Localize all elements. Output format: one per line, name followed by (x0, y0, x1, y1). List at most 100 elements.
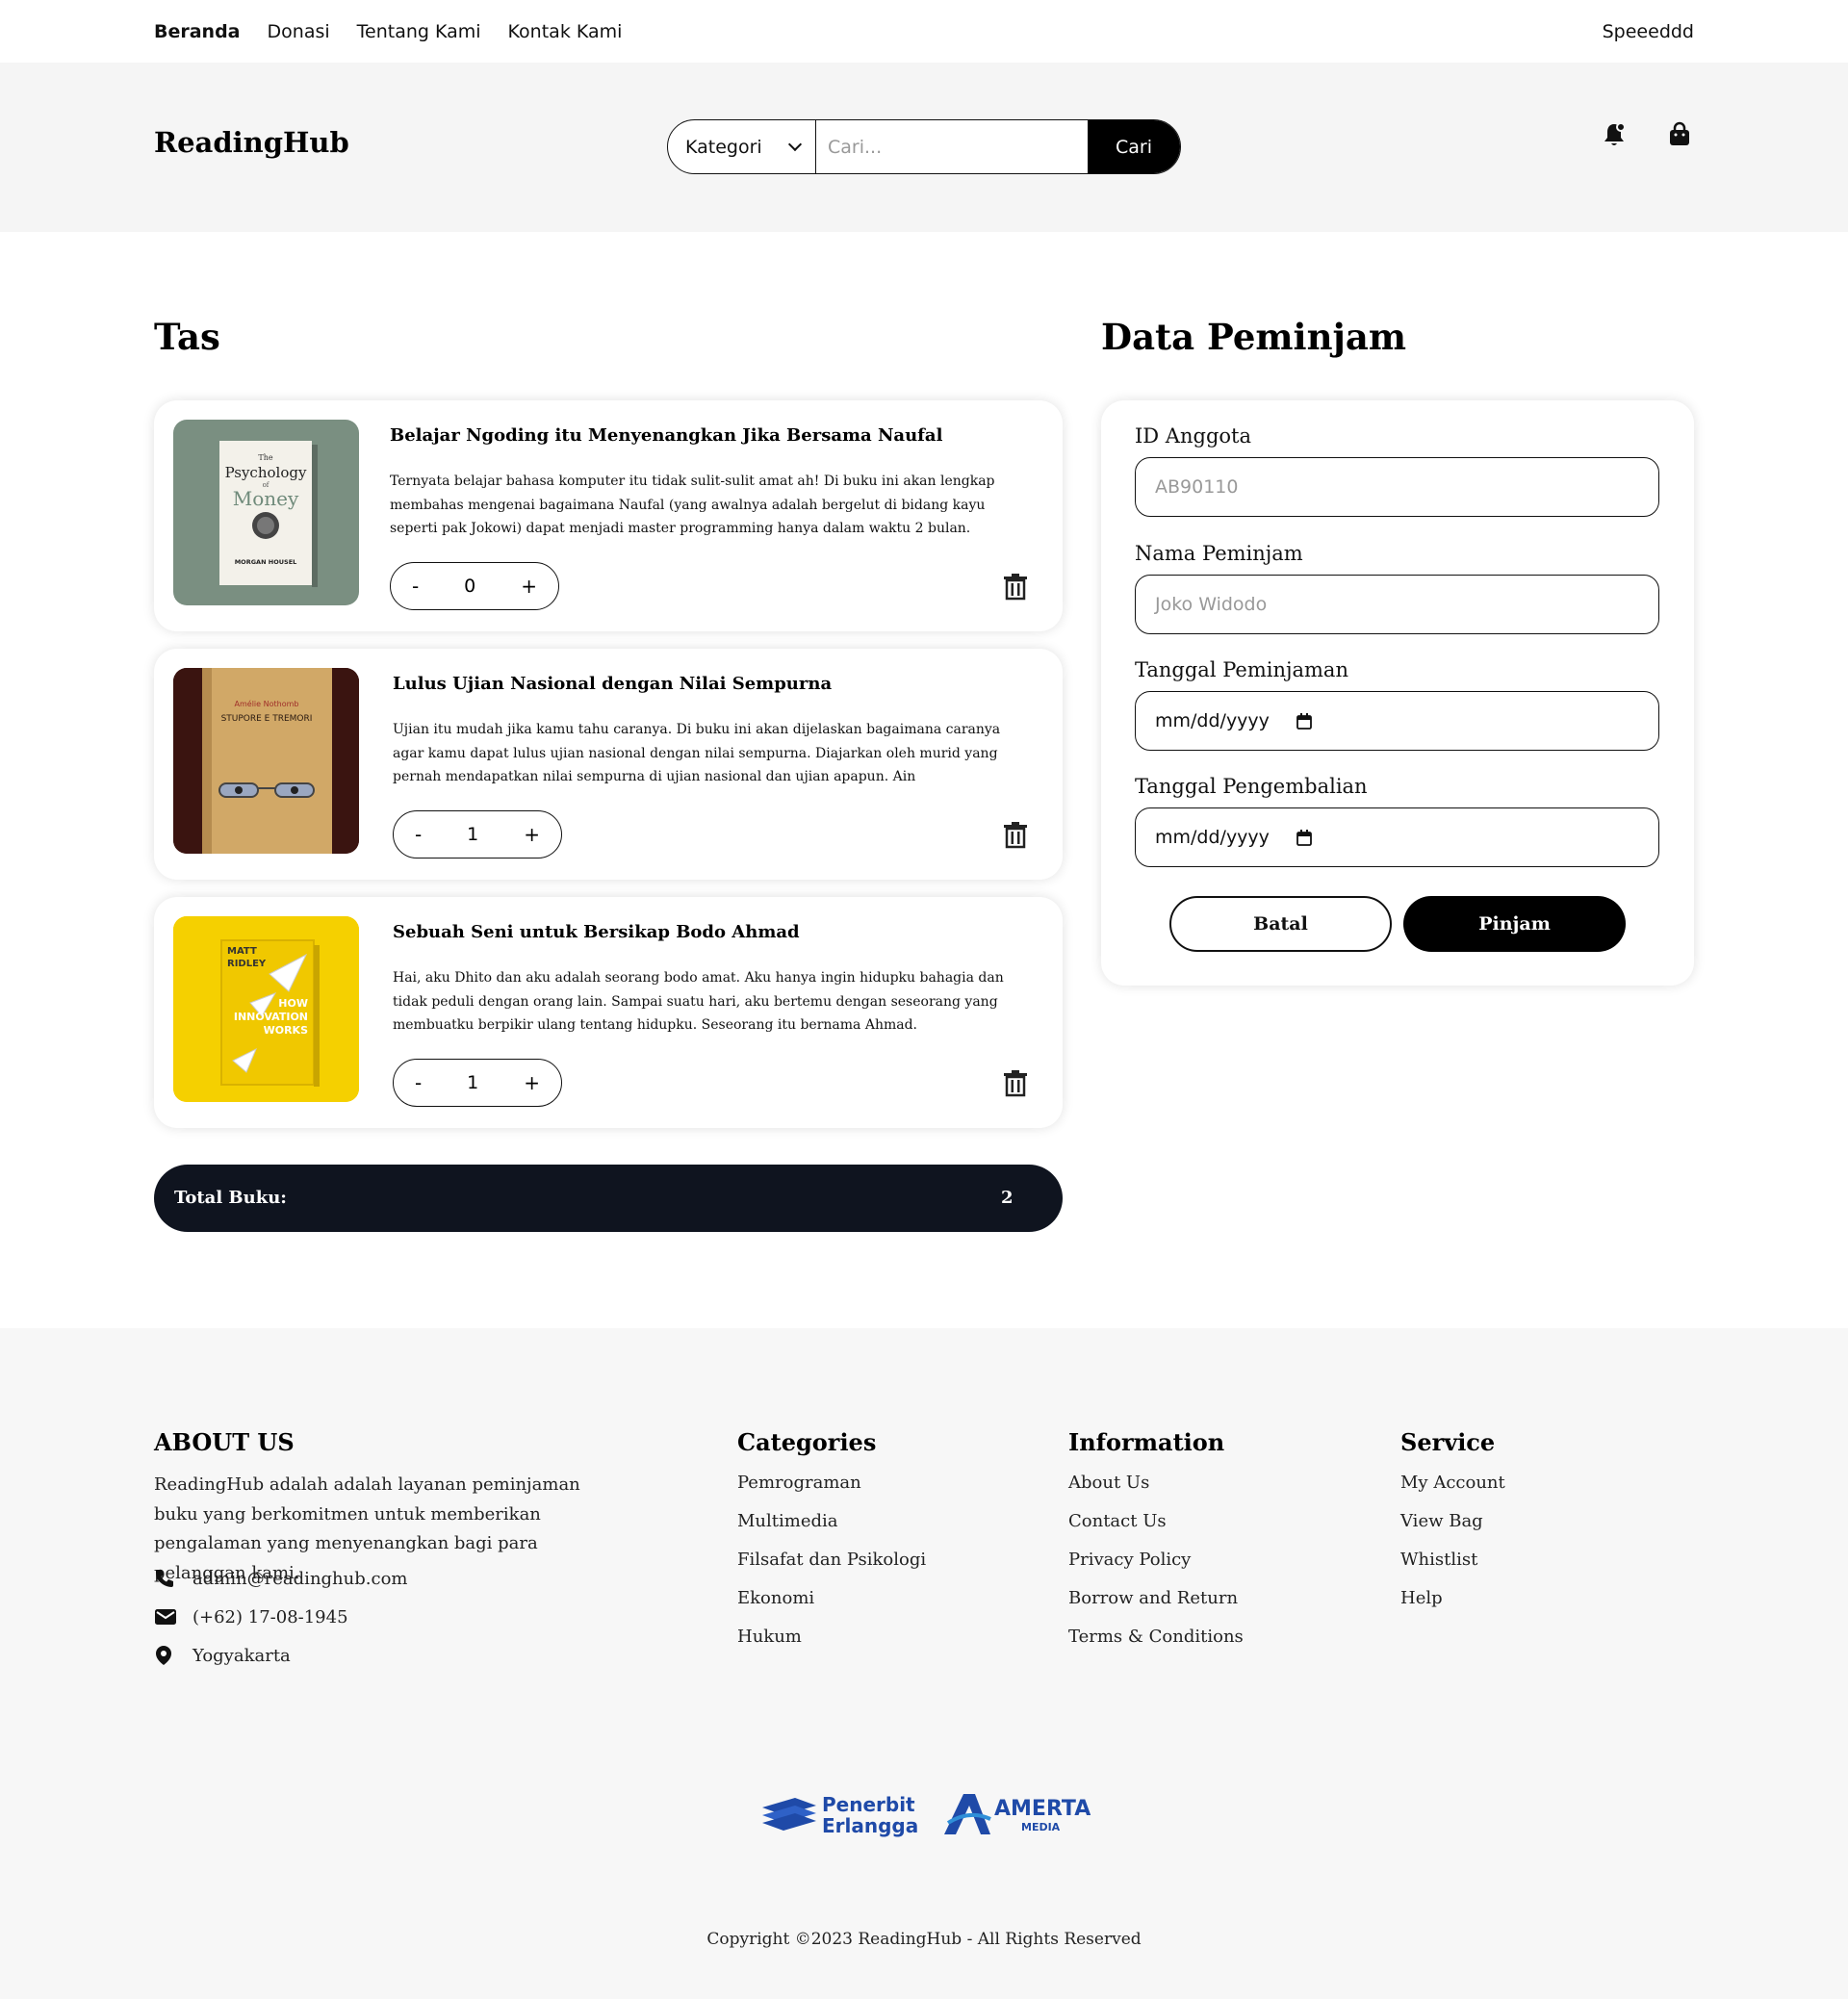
quantity-value: 1 (467, 1072, 479, 1093)
contact-location: Yogyakarta (154, 1643, 291, 1668)
id-anggota-field[interactable]: AB90110 (1135, 457, 1659, 517)
cart-title: Tas (154, 316, 220, 358)
quantity-value: 0 (464, 576, 476, 597)
nama-peminjam-field[interactable]: Joko Widodo (1135, 575, 1659, 634)
increment-button[interactable]: + (521, 575, 537, 598)
svg-text:MEDIA: MEDIA (1021, 1821, 1061, 1833)
form-title: Data Peminjam (1101, 316, 1406, 358)
trash-icon[interactable] (1003, 1070, 1028, 1097)
mail-icon (154, 1604, 179, 1629)
svg-text:MORGAN HOUSEL: MORGAN HOUSEL (235, 558, 297, 566)
footer-link-pemrograman[interactable]: Pemrograman (737, 1473, 926, 1511)
book-title[interactable]: Belajar Ngoding itu Menyenangkan Jika Be… (390, 425, 942, 446)
contact-phone: (+62) 17-08-1945 (154, 1604, 348, 1629)
footer-link-multimedia[interactable]: Multimedia (737, 1511, 926, 1550)
nama-peminjam-placeholder: Joko Widodo (1155, 594, 1268, 615)
service-list: My Account View Bag Whistlist Help (1400, 1473, 1505, 1627)
total-value: 2 (1001, 1188, 1014, 1208)
quantity-value: 1 (467, 824, 479, 845)
borrower-form: ID Anggota AB90110 Nama Peminjam Joko Wi… (1101, 400, 1694, 986)
search-input[interactable] (816, 120, 1088, 173)
svg-text:RIDLEY: RIDLEY (227, 959, 267, 969)
nav-link-kontak-kami[interactable]: Kontak Kami (508, 21, 623, 42)
footer-link-borrow-return[interactable]: Borrow and Return (1068, 1588, 1244, 1627)
svg-text:Amélie Nothomb: Amélie Nothomb (235, 699, 299, 708)
categories-title: Categories (737, 1428, 877, 1456)
calendar-icon[interactable] (1296, 829, 1312, 846)
id-anggota-placeholder: AB90110 (1155, 476, 1239, 498)
tanggal-peminjaman-field[interactable]: mm/dd/yyyy (1135, 691, 1659, 751)
svg-text:AMERTA: AMERTA (994, 1797, 1091, 1821)
footer-link-about-us[interactable]: About Us (1068, 1473, 1244, 1511)
svg-text:STUPORE E TREMORI: STUPORE E TREMORI (221, 714, 313, 724)
borrow-button[interactable]: Pinjam (1403, 896, 1626, 952)
book-title[interactable]: Sebuah Seni untuk Bersikap Bodo Ahmad (393, 922, 800, 942)
email-text[interactable]: admin@readinghub.com (192, 1569, 407, 1589)
nav-link-donasi[interactable]: Donasi (268, 21, 330, 42)
trash-icon[interactable] (1003, 574, 1028, 601)
footer-link-my-account[interactable]: My Account (1400, 1473, 1505, 1511)
calendar-icon[interactable] (1296, 712, 1312, 730)
book-description: Hai, aku Dhito dan aku adalah seorang bo… (393, 970, 1004, 1033)
svg-text:Money: Money (233, 487, 299, 510)
footer-link-privacy-policy[interactable]: Privacy Policy (1068, 1550, 1244, 1588)
tanggal-pengembalian-label: Tanggal Pengembalian (1135, 775, 1368, 798)
footer-link-ekonomi[interactable]: Ekonomi (737, 1588, 926, 1627)
search-bar: Kategori Cari (667, 119, 1181, 174)
increment-button[interactable]: + (524, 823, 540, 846)
footer: ABOUT US ReadingHub adalah adalah layana… (0, 1328, 1848, 1999)
bell-icon[interactable] (1600, 120, 1629, 149)
location-text: Yogyakarta (192, 1645, 291, 1666)
tanggal-peminjaman-value: mm/dd/yyyy (1155, 710, 1270, 731)
footer-link-wishlist[interactable]: Whistlist (1400, 1550, 1505, 1588)
increment-button[interactable]: + (524, 1071, 540, 1094)
quantity-stepper: - 0 + (390, 562, 559, 610)
tanggal-pengembalian-field[interactable]: mm/dd/yyyy (1135, 807, 1659, 867)
svg-text:WORKS: WORKS (264, 1024, 308, 1037)
book-cover: Amélie Nothomb STUPORE E TREMORI (173, 668, 359, 854)
information-list: About Us Contact Us Privacy Policy Borro… (1068, 1473, 1244, 1665)
decrement-button[interactable]: - (415, 823, 422, 846)
svg-text:INNOVATION: INNOVATION (234, 1011, 308, 1023)
user-name[interactable]: Speeeddd (1603, 21, 1694, 42)
id-anggota-label: ID Anggota (1135, 424, 1251, 448)
nav-link-beranda[interactable]: Beranda (154, 21, 241, 42)
header: ReadingHub Kategori Cari (0, 63, 1848, 232)
nav-links: Beranda Donasi Tentang Kami Kontak Kami (154, 21, 622, 42)
footer-link-terms[interactable]: Terms & Conditions (1068, 1627, 1244, 1665)
category-select[interactable]: Kategori (668, 120, 816, 173)
decrement-button[interactable]: - (412, 575, 419, 598)
nav-link-tentang-kami[interactable]: Tentang Kami (357, 21, 481, 42)
book-cover: MATT RIDLEY HOW INNOVATION WORKS (173, 916, 359, 1102)
decrement-button[interactable]: - (415, 1071, 422, 1094)
footer-link-help[interactable]: Help (1400, 1588, 1505, 1627)
book-description: Ujian itu mudah jika kamu tahu caranya. … (393, 722, 1001, 784)
tanggal-pengembalian-value: mm/dd/yyyy (1155, 827, 1270, 848)
footer-link-contact-us[interactable]: Contact Us (1068, 1511, 1244, 1550)
phone-text[interactable]: (+62) 17-08-1945 (192, 1607, 348, 1627)
cancel-button[interactable]: Batal (1169, 896, 1392, 952)
penerbit-erlangga-logo: Penerbit Erlangga (762, 1793, 918, 1837)
footer-link-view-bag[interactable]: View Bag (1400, 1511, 1505, 1550)
book-title[interactable]: Lulus Ujian Nasional dengan Nilai Sempur… (393, 674, 832, 694)
top-navbar: Beranda Donasi Tentang Kami Kontak Kami … (0, 0, 1848, 63)
copyright: Copyright ©2023 ReadingHub - All Rights … (706, 1930, 1142, 1949)
logo[interactable]: ReadingHub (154, 126, 349, 159)
phone-icon (154, 1566, 179, 1591)
svg-text:Penerbit: Penerbit (822, 1793, 915, 1816)
trash-icon[interactable] (1003, 822, 1028, 849)
book-cover: The Psychology of Money MORGAN HOUSEL (173, 420, 359, 605)
total-bar: Total Buku: 2 (154, 1165, 1063, 1232)
shopping-bag-icon[interactable] (1665, 120, 1694, 149)
total-label: Total Buku: (174, 1188, 287, 1208)
category-select-label: Kategori (685, 136, 762, 158)
search-button[interactable]: Cari (1088, 120, 1180, 173)
svg-text:Psychology: Psychology (225, 464, 307, 481)
footer-link-filsafat[interactable]: Filsafat dan Psikologi (737, 1550, 926, 1588)
tanggal-peminjaman-label: Tanggal Peminjaman (1135, 658, 1348, 681)
svg-text:MATT: MATT (227, 946, 257, 957)
partner-logos: Penerbit Erlangga AMERTA MEDIA (760, 1790, 1094, 1838)
footer-link-hukum[interactable]: Hukum (737, 1627, 926, 1665)
quantity-stepper: - 1 + (393, 810, 562, 859)
quantity-stepper: - 1 + (393, 1059, 562, 1107)
